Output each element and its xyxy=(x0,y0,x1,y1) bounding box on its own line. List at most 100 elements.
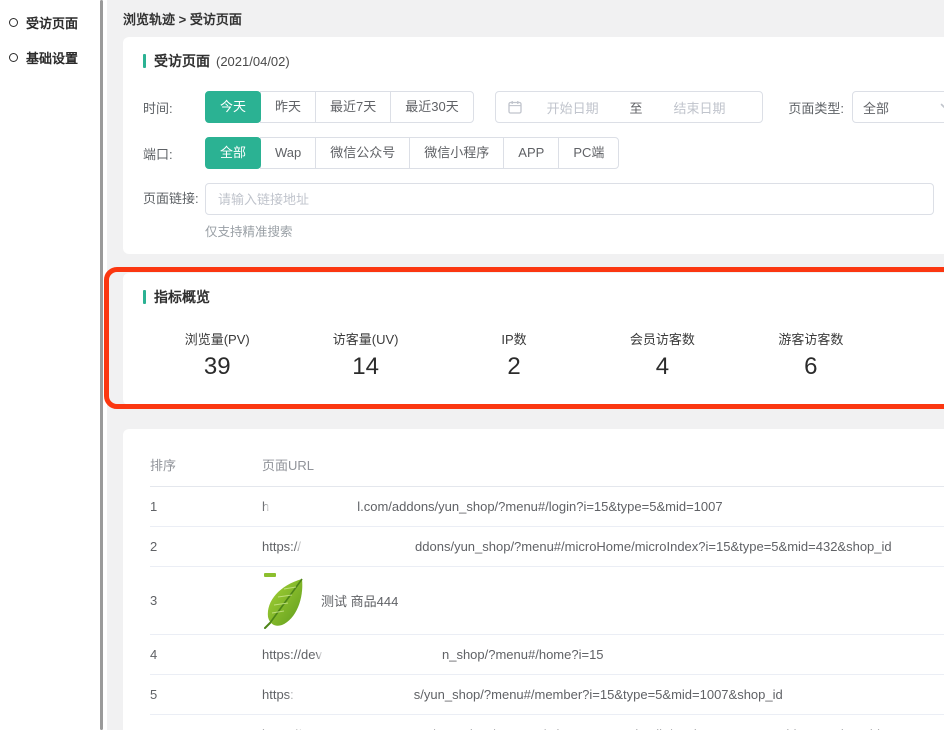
time-button-group: 今天 昨天 最近7天 最近30天 xyxy=(205,91,474,123)
port-label: 端口: xyxy=(143,144,205,163)
page-type-select[interactable]: 全部 xyxy=(852,91,944,123)
visited-pages-table: 排序 页面URL 1 h l.com/addons/yun_shop/?menu#… xyxy=(150,449,944,730)
port-wechat-official-button[interactable]: 微信公众号 xyxy=(315,137,410,169)
sidebar-item-basic-settings[interactable]: 基础设置 xyxy=(0,40,100,75)
table-row[interactable]: 4 https://dev n_shop/?menu#/home?i=15 xyxy=(150,635,944,675)
redacted-blur xyxy=(270,500,356,514)
breadcrumb: 浏览轨迹 > 受访页面 xyxy=(107,0,944,37)
url-cell: https://s/yun_shop/?menu#/microcommentde… xyxy=(262,715,944,730)
url-cell: https://dev n_shop/?menu#/home?i=15 xyxy=(262,635,944,675)
metric-value: 6 xyxy=(737,353,885,381)
chevron-down-icon xyxy=(940,98,944,116)
table-row[interactable]: 1 h l.com/addons/yun_shop/?menu#/login?i=… xyxy=(150,487,944,527)
metric-value: 14 xyxy=(291,353,439,381)
filter-card-title-text: 受访页面 xyxy=(154,51,210,71)
url-text: h xyxy=(262,499,269,514)
url-text: https: xyxy=(262,687,294,702)
metric-label: 游客访客数 xyxy=(737,329,885,348)
circle-icon xyxy=(9,53,18,62)
date-range-picker[interactable]: 开始日期 至 结束日期 xyxy=(495,91,764,123)
redacted-blur xyxy=(323,648,441,662)
title-accent-bar xyxy=(143,54,146,68)
end-date-placeholder[interactable]: 结束日期 xyxy=(649,98,751,117)
port-button-group: 全部 Wap 微信公众号 微信小程序 APP PC端 xyxy=(205,137,619,169)
url-text: ddons/yun_shop/?menu#/microHome/microInd… xyxy=(415,539,892,554)
table-row[interactable]: 6 https://s/yun_shop/?menu#/microcomment… xyxy=(150,715,944,730)
metrics-card-title: 指标概览 xyxy=(143,287,944,307)
port-wechat-miniprogram-button[interactable]: 微信小程序 xyxy=(409,137,504,169)
page-link-input[interactable] xyxy=(205,183,934,215)
time-filter-row: 时间: 今天 昨天 最近7天 最近30天 开始日期 至 结束日期 页面类型: 全… xyxy=(143,91,944,123)
product-cell: 测试 商品444 xyxy=(262,567,944,635)
port-pc-button[interactable]: PC端 xyxy=(558,137,619,169)
url-column-header: 页面URL xyxy=(262,449,944,487)
rank-cell: 2 xyxy=(150,527,262,567)
rank-column-header: 排序 xyxy=(150,449,262,487)
table-row[interactable]: 3 xyxy=(150,567,944,635)
url-cell: https: s/yun_shop/?menu#/member?i=15&type… xyxy=(262,675,944,715)
metric-member-visitors: 会员访客数 4 xyxy=(588,329,736,381)
metric-label: 访客量(UV) xyxy=(291,329,439,348)
url-cell: https:// ddons/yun_shop/?menu#/microHome/… xyxy=(262,527,944,567)
metric-value: 2 xyxy=(440,353,588,381)
product-name: 测试 商品444 xyxy=(321,591,398,610)
time-today-button[interactable]: 今天 xyxy=(205,91,261,123)
sidebar-divider-scrollbar[interactable] xyxy=(100,0,103,730)
leaf-product-image xyxy=(262,573,310,629)
table-row[interactable]: 5 https: s/yun_shop/?menu#/member?i=15&ty… xyxy=(150,675,944,715)
start-date-placeholder[interactable]: 开始日期 xyxy=(522,98,624,117)
port-filter-row: 端口: 全部 Wap 微信公众号 微信小程序 APP PC端 xyxy=(143,137,944,169)
main-content: 浏览轨迹 > 受访页面 受访页面 (2021/04/02) 时间: 今天 昨天 … xyxy=(107,0,944,730)
sidebar-item-visited-pages[interactable]: 受访页面 xyxy=(0,5,100,40)
rank-cell: 3 xyxy=(150,567,262,635)
metric-label: IP数 xyxy=(440,329,588,348)
sidebar-item-label: 基础设置 xyxy=(26,48,78,67)
url-text: l.com/addons/yun_shop/?menu#/login?i=15&… xyxy=(357,499,722,514)
table-row[interactable]: 2 https:// ddons/yun_shop/?menu#/microHom… xyxy=(150,527,944,567)
filter-card-date-note: (2021/04/02) xyxy=(216,54,290,69)
metrics-card-title-text: 指标概览 xyxy=(154,287,210,307)
page-link-hint: 仅支持精准搜索 xyxy=(205,221,944,240)
time-last30days-button[interactable]: 最近30天 xyxy=(390,91,473,123)
metric-label: 浏览量(PV) xyxy=(143,329,291,348)
rank-cell: 4 xyxy=(150,635,262,675)
url-text: https:// xyxy=(262,539,301,554)
table-header-row: 排序 页面URL xyxy=(150,449,944,487)
page-link-label: 页面链接: xyxy=(143,183,205,215)
metrics-card: 指标概览 浏览量(PV) 39 访客量(UV) 14 IP数 2 会员访客数 4… xyxy=(123,273,944,405)
title-accent-bar xyxy=(143,290,146,304)
port-app-button[interactable]: APP xyxy=(503,137,559,169)
url-table-card: 排序 页面URL 1 h l.com/addons/yun_shop/?menu#… xyxy=(123,429,944,730)
metric-ip: IP数 2 xyxy=(440,329,588,381)
sidebar-item-label: 受访页面 xyxy=(26,13,78,32)
time-label: 时间: xyxy=(143,98,205,117)
rank-cell: 1 xyxy=(150,487,262,527)
port-all-button[interactable]: 全部 xyxy=(205,137,261,169)
filter-card: 受访页面 (2021/04/02) 时间: 今天 昨天 最近7天 最近30天 开… xyxy=(123,37,944,254)
url-text: n_shop/?menu#/home?i=15 xyxy=(442,647,604,662)
time-yesterday-button[interactable]: 昨天 xyxy=(260,91,316,123)
metric-value: 39 xyxy=(143,353,291,381)
metric-value: 4 xyxy=(588,353,736,381)
page-link-row: 页面链接: 仅支持精准搜索 xyxy=(143,183,944,240)
calendar-icon xyxy=(508,100,522,114)
redacted-blur xyxy=(295,688,413,702)
url-text: s/yun_shop/?menu#/member?i=15&type=5&mid… xyxy=(414,687,783,702)
redacted-blur xyxy=(302,540,414,554)
metric-guest-visitors: 游客访客数 6 xyxy=(737,329,885,381)
page-type-selected-value: 全部 xyxy=(863,98,940,117)
page-type-label: 页面类型: xyxy=(788,98,844,117)
filter-card-title: 受访页面 (2021/04/02) xyxy=(143,51,944,71)
rank-cell: 5 xyxy=(150,675,262,715)
url-text: https://dev xyxy=(262,647,322,662)
metric-uv: 访客量(UV) 14 xyxy=(291,329,439,381)
date-range-separator: 至 xyxy=(624,98,649,117)
metric-pv: 浏览量(PV) 39 xyxy=(143,329,291,381)
metrics-row: 浏览量(PV) 39 访客量(UV) 14 IP数 2 会员访客数 4 游客访客… xyxy=(143,329,885,381)
port-wap-button[interactable]: Wap xyxy=(260,137,316,169)
circle-icon xyxy=(9,18,18,27)
url-cell: h l.com/addons/yun_shop/?menu#/login?i=15… xyxy=(262,487,944,527)
time-last7days-button[interactable]: 最近7天 xyxy=(315,91,391,123)
rank-cell: 6 xyxy=(150,715,262,730)
metric-label: 会员访客数 xyxy=(588,329,736,348)
